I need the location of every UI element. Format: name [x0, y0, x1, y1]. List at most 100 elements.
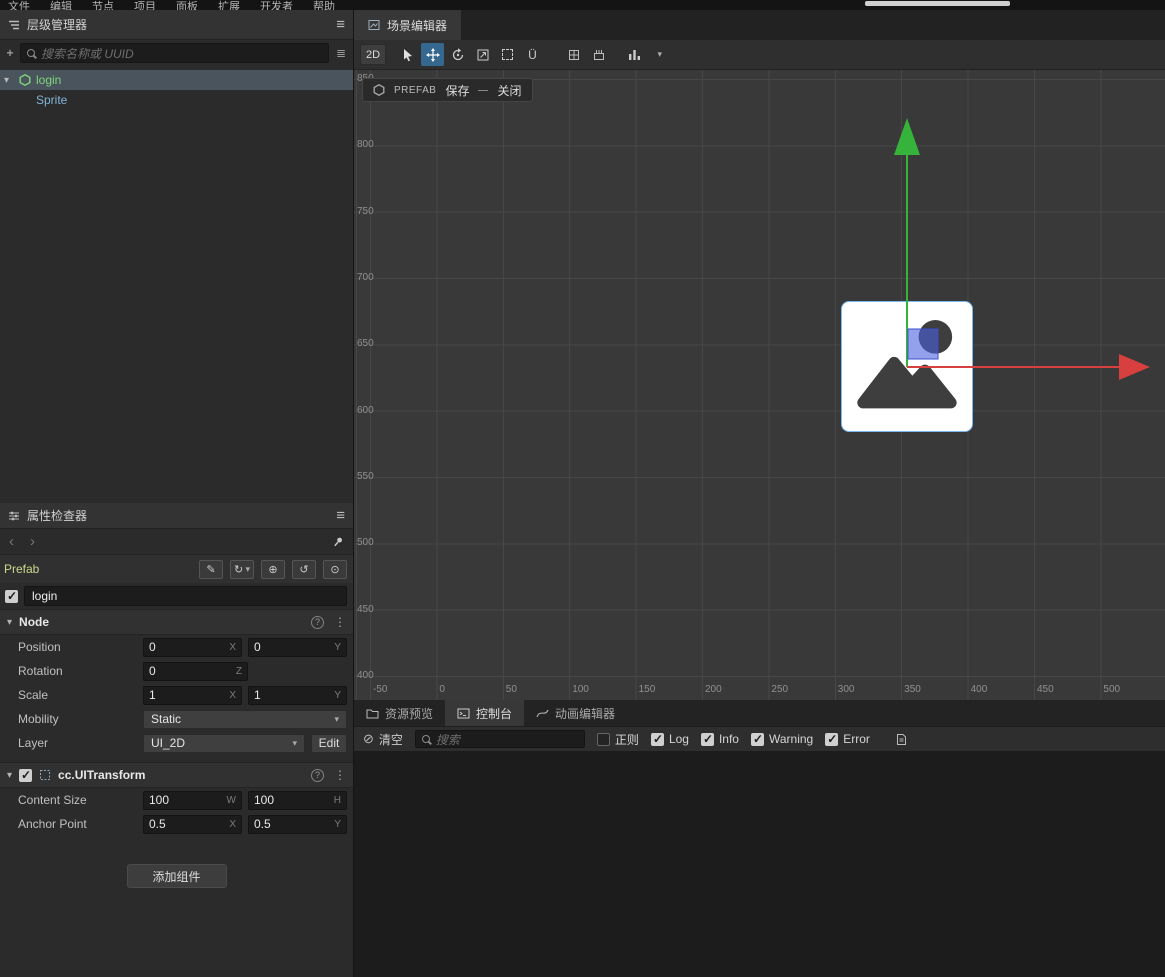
more-menu-icon[interactable]: ⋮: [334, 768, 346, 782]
anchor-x-input[interactable]: 0.5 X: [143, 814, 242, 834]
help-icon[interactable]: ?: [311, 768, 324, 782]
menu-item[interactable]: 节点: [92, 0, 114, 10]
ruler-label-x: 250: [771, 684, 789, 695]
transform-tool-button[interactable]: Ü: [521, 43, 544, 66]
history-forward-icon[interactable]: ›: [30, 534, 35, 549]
hierarchy-search-input[interactable]: 搜索名称或 UUID: [20, 43, 329, 63]
menu-item[interactable]: 编辑: [50, 0, 72, 10]
anchor-y-input[interactable]: 0.5 Y: [248, 814, 347, 834]
rotation-z-input[interactable]: 0Z: [143, 661, 248, 681]
uitransform-enabled-checkbox[interactable]: [19, 768, 33, 782]
gizmo-y-arrowhead[interactable]: [894, 118, 920, 155]
menu-item[interactable]: 开发者: [260, 0, 293, 10]
tab-label: 动画编辑器: [555, 706, 616, 721]
history-back-icon[interactable]: ‹: [9, 534, 14, 549]
gizmo-display-button[interactable]: ▾: [628, 43, 662, 66]
move-tool-button[interactable]: [421, 43, 444, 66]
layer-edit-button[interactable]: Edit: [311, 733, 347, 753]
left-column: 层级管理器 ≡ + 搜索名称或 UUID ≣ ▾ login Sprite 属性…: [0, 10, 354, 977]
console-icon: [457, 708, 470, 718]
rotate-tool-button[interactable]: [446, 43, 469, 66]
inspector-nav-row: ‹ ›: [0, 529, 353, 555]
tab-scene-editor[interactable]: 场景编辑器: [354, 10, 462, 40]
move-icon: [425, 47, 440, 62]
filter-error[interactable]: Error: [825, 732, 870, 746]
position-y-input[interactable]: 0Y: [248, 637, 347, 657]
pin-icon[interactable]: [330, 533, 347, 550]
inspector-menu-icon[interactable]: ≡: [336, 508, 345, 523]
tree-node-login[interactable]: ▾ login: [0, 70, 353, 90]
tab-asset-preview[interactable]: 资源预览: [354, 700, 445, 726]
ruler-label-x: 300: [837, 684, 855, 695]
tree-node-sprite[interactable]: Sprite: [0, 90, 353, 110]
hierarchy-tree: ▾ login Sprite: [0, 66, 353, 503]
clear-icon: ⊘: [363, 731, 374, 746]
menu-item[interactable]: 项目: [134, 0, 156, 10]
select-tool-button[interactable]: [396, 43, 419, 66]
align-settings-button[interactable]: [587, 43, 610, 66]
hierarchy-menu-icon[interactable]: ≡: [336, 17, 345, 32]
prefab-locate-button[interactable]: ⊕: [261, 559, 285, 579]
scale-x-input[interactable]: 1X: [143, 685, 242, 705]
ruler-label-x: -50: [373, 684, 388, 695]
filter-info[interactable]: Info: [700, 732, 739, 746]
sprite-node[interactable]: [841, 301, 973, 432]
collapse-arrow-icon[interactable]: ▾: [7, 617, 12, 628]
mobility-select[interactable]: Static ▾: [143, 709, 347, 729]
menu-item[interactable]: 文件: [8, 0, 30, 10]
tab-animation-editor[interactable]: 动画编辑器: [524, 700, 627, 726]
more-menu-icon[interactable]: ⋮: [334, 615, 346, 629]
node-section-header[interactable]: ▾ Node ? ⋮: [0, 609, 353, 635]
menu-item[interactable]: 扩展: [218, 0, 240, 10]
create-node-icon[interactable]: +: [4, 46, 16, 60]
mode-2d-button[interactable]: 2D: [360, 44, 386, 65]
scale-y-input[interactable]: 1Y: [248, 685, 347, 705]
rect-icon: [502, 49, 513, 60]
filter-warning[interactable]: Warning: [750, 732, 813, 746]
add-component-button[interactable]: 添加组件: [126, 864, 227, 888]
tab-label: 控制台: [476, 706, 513, 721]
ruler-label-y: 450: [357, 603, 374, 615]
ruler-label-y: 750: [357, 205, 374, 217]
collapse-arrow-icon[interactable]: ▾: [7, 770, 12, 781]
snap-settings-button[interactable]: [562, 43, 585, 66]
layer-select[interactable]: UI_2D ▾: [143, 733, 305, 753]
prefab-sync-button[interactable]: ↻ ▾: [230, 559, 254, 579]
prefab-hexagon-icon: [373, 84, 385, 96]
console-clear-button[interactable]: ⊘ 清空: [363, 731, 403, 748]
content-w-input[interactable]: 100 W: [143, 790, 242, 810]
gizmo-x-arrowhead[interactable]: [1119, 354, 1150, 380]
tab-console[interactable]: 控制台: [445, 700, 525, 726]
help-icon[interactable]: ?: [311, 615, 324, 629]
log-file-icon[interactable]: [896, 733, 907, 746]
position-x-input[interactable]: 0X: [143, 637, 242, 657]
node-name-input[interactable]: login: [24, 586, 347, 606]
node-section-title: Node: [19, 615, 50, 629]
content-size-row: Content Size 100 W 100 H: [0, 788, 353, 812]
expand-arrow-icon[interactable]: ▾: [4, 75, 14, 86]
prefab-buttons: ✎ ↻ ▾ ⊕ ↺ ⊙: [199, 559, 347, 579]
prefab-revert-button[interactable]: ↺: [292, 559, 316, 579]
checkbox: [750, 732, 764, 746]
console-search-input[interactable]: 搜索: [414, 730, 585, 748]
prefab-edit-button[interactable]: ✎: [199, 559, 223, 579]
ruler-label-y: 700: [357, 271, 374, 283]
content-h-input[interactable]: 100 H: [248, 790, 347, 810]
menu-item[interactable]: 帮助: [313, 0, 335, 10]
prefab-apply-button[interactable]: ⊙: [323, 559, 347, 579]
prefab-close-button[interactable]: 关闭: [497, 82, 521, 99]
move-gizmo[interactable]: [354, 70, 1165, 700]
scale-tool-button[interactable]: [471, 43, 494, 66]
prefab-save-button[interactable]: 保存: [445, 82, 469, 99]
filter-log[interactable]: Log: [650, 732, 689, 746]
rect-tool-button[interactable]: [496, 43, 519, 66]
console-log-area[interactable]: [354, 751, 1165, 977]
position-row: Position 0X 0Y: [0, 635, 353, 659]
type-filter-icon[interactable]: ≣: [333, 46, 349, 60]
regex-checkbox[interactable]: 正则: [596, 731, 639, 748]
menu-item[interactable]: 面板: [176, 0, 198, 10]
scene-viewport[interactable]: PREFAB 保存 关闭 850800750700650600550500450…: [354, 70, 1165, 700]
uitransform-section-header[interactable]: ▾ cc.UITransform ? ⋮: [0, 762, 353, 788]
node-active-checkbox[interactable]: [5, 589, 18, 603]
ui-transform-icon: Ü: [528, 47, 537, 62]
